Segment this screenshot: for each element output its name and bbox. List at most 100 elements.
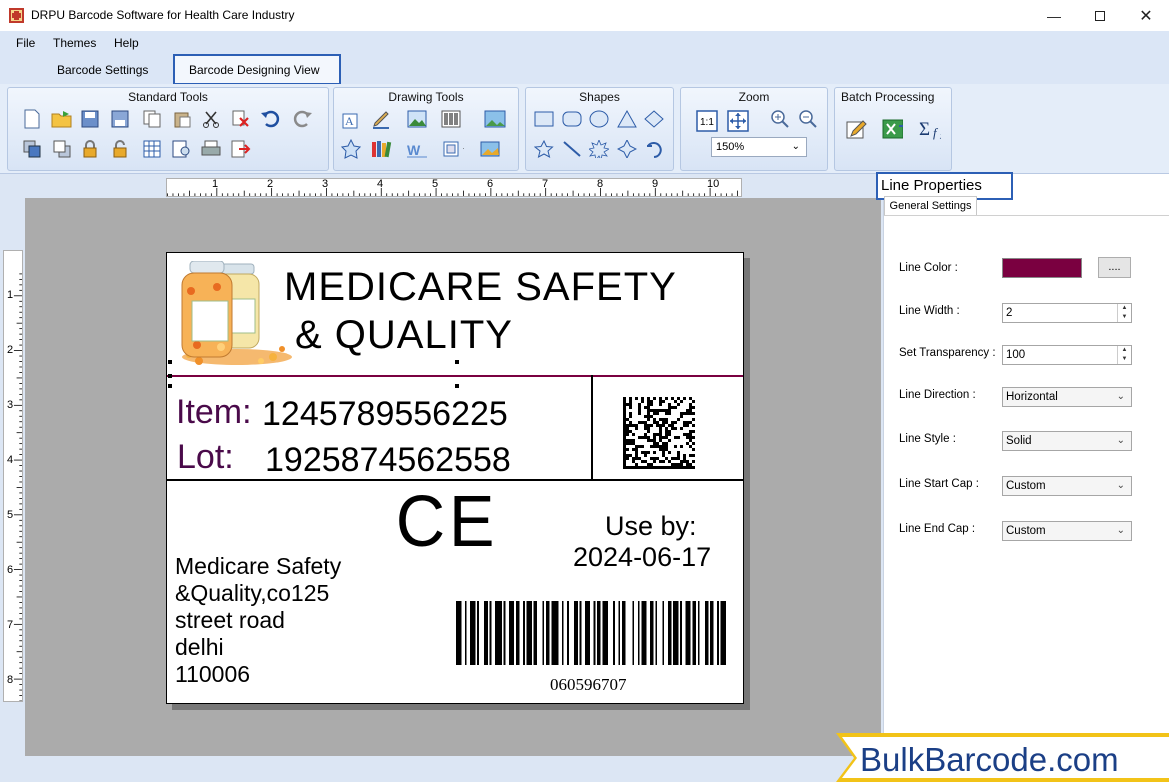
star-shape-icon[interactable] bbox=[533, 138, 555, 160]
excel-import-icon[interactable] bbox=[881, 118, 903, 140]
selection-handle[interactable] bbox=[455, 360, 459, 364]
watermark-tool-icon[interactable]: W bbox=[406, 138, 428, 160]
delete-icon[interactable] bbox=[230, 108, 252, 130]
maximize-button[interactable] bbox=[1077, 0, 1123, 31]
export-icon[interactable] bbox=[230, 138, 252, 160]
image-options-icon[interactable] bbox=[480, 138, 502, 160]
selected-line[interactable] bbox=[167, 375, 743, 377]
divider-line[interactable] bbox=[591, 375, 593, 480]
batch-edit-icon[interactable] bbox=[845, 118, 867, 140]
svg-text:W: W bbox=[407, 142, 421, 158]
spinner-icon[interactable]: ▲ ▼ bbox=[1117, 304, 1131, 322]
label-title-line2[interactable]: & QUALITY bbox=[295, 313, 513, 358]
align-tool-icon[interactable] bbox=[442, 138, 464, 160]
save-as-icon[interactable] bbox=[109, 108, 131, 130]
zoom-out-icon[interactable] bbox=[797, 108, 819, 130]
transparency-input[interactable]: 100 ▲ ▼ bbox=[1002, 345, 1132, 365]
paste-icon[interactable] bbox=[171, 108, 193, 130]
menu-themes[interactable]: Themes bbox=[53, 36, 96, 50]
line-end-cap-select[interactable]: Custom ⌄ bbox=[1002, 521, 1132, 541]
bulkbarcode-watermark: BulkBarcode.com bbox=[836, 733, 1169, 782]
line-width-input[interactable]: 2 ▲ ▼ bbox=[1002, 303, 1132, 323]
fit-to-window-icon[interactable] bbox=[727, 110, 749, 132]
line-start-cap-select[interactable]: Custom ⌄ bbox=[1002, 476, 1132, 496]
selection-handle[interactable] bbox=[168, 374, 172, 378]
barcode-number[interactable]: 060596707 bbox=[550, 675, 627, 695]
datamatrix-barcode[interactable] bbox=[623, 397, 695, 469]
linear-barcode[interactable] bbox=[456, 601, 726, 665]
color-picker-button[interactable]: .... bbox=[1098, 257, 1131, 278]
print-icon[interactable] bbox=[200, 138, 222, 160]
arc-shape-icon[interactable] bbox=[643, 138, 665, 160]
line-start-cap-label: Line Start Cap : bbox=[899, 478, 979, 490]
tab-barcode-settings[interactable]: Barcode Settings bbox=[43, 55, 162, 84]
save-icon[interactable] bbox=[79, 108, 101, 130]
group-label: Drawing Tools bbox=[388, 90, 464, 104]
four-point-star-icon[interactable] bbox=[616, 138, 638, 160]
star-tool-icon[interactable] bbox=[340, 138, 362, 160]
item-value[interactable]: 1245789556225 bbox=[262, 395, 508, 434]
tab-general-settings[interactable]: General Settings bbox=[884, 196, 977, 216]
medicine-bottles-image[interactable] bbox=[177, 261, 292, 369]
chevron-down-icon: ⌄ bbox=[791, 141, 800, 152]
line-style-value: Solid bbox=[1006, 435, 1032, 447]
image-library-icon[interactable] bbox=[484, 108, 506, 130]
print-preview-icon[interactable] bbox=[171, 138, 193, 160]
spinner-icon[interactable]: ▲ ▼ bbox=[1117, 346, 1131, 364]
tab-barcode-designing-view[interactable]: Barcode Designing View bbox=[173, 54, 341, 85]
line-width-label: Line Width : bbox=[899, 305, 960, 317]
bring-front-icon[interactable] bbox=[21, 138, 43, 160]
menu-file[interactable]: File bbox=[16, 36, 35, 50]
address-line: street road bbox=[175, 607, 285, 633]
line-color-swatch[interactable] bbox=[1002, 258, 1082, 278]
new-icon[interactable] bbox=[21, 108, 43, 130]
line-width-value: 2 bbox=[1006, 307, 1013, 319]
unlock-icon[interactable] bbox=[109, 138, 131, 160]
zoom-in-icon[interactable] bbox=[769, 108, 791, 130]
undo-icon[interactable] bbox=[260, 108, 282, 130]
group-label: Standard Tools bbox=[128, 90, 208, 104]
line-properties-panel: Line Properties General Settings Line Co… bbox=[876, 172, 1169, 782]
picture-tool-icon[interactable] bbox=[406, 108, 428, 130]
close-button[interactable]: ✕ bbox=[1123, 0, 1169, 31]
zoom-select[interactable]: 150% ⌄ bbox=[711, 137, 807, 157]
diamond-icon[interactable] bbox=[643, 108, 665, 130]
triangle-icon[interactable] bbox=[616, 108, 638, 130]
app-icon bbox=[9, 8, 24, 23]
barcode-tool-icon[interactable] bbox=[440, 108, 462, 130]
lot-label[interactable]: Lot: bbox=[177, 438, 234, 477]
barcode-label[interactable]: MEDICARE SAFETY & QUALITY Item: 12457895… bbox=[166, 252, 744, 704]
open-icon[interactable] bbox=[51, 108, 73, 130]
text-tool-icon[interactable]: A bbox=[340, 108, 362, 130]
copy-icon[interactable] bbox=[141, 108, 163, 130]
redo-icon[interactable] bbox=[291, 108, 313, 130]
address-block[interactable]: Medicare Safety &Quality,co125 street ro… bbox=[175, 553, 341, 688]
selection-handle[interactable] bbox=[168, 384, 172, 388]
use-by-label[interactable]: Use by: bbox=[605, 511, 697, 542]
books-icon[interactable] bbox=[370, 138, 392, 160]
selection-handle[interactable] bbox=[168, 360, 172, 364]
formula-icon[interactable]: Σfx bbox=[919, 118, 941, 140]
line-shape-icon[interactable] bbox=[561, 138, 583, 160]
actual-size-icon[interactable]: 1:1 bbox=[696, 110, 718, 132]
grid-icon[interactable] bbox=[141, 138, 163, 160]
ce-mark[interactable]: CE bbox=[396, 481, 499, 563]
lot-value[interactable]: 1925874562558 bbox=[265, 441, 511, 480]
cut-icon[interactable] bbox=[200, 108, 222, 130]
ellipse-icon[interactable] bbox=[588, 108, 610, 130]
selection-handle[interactable] bbox=[455, 384, 459, 388]
minimize-button[interactable]: — bbox=[1031, 0, 1077, 31]
rectangle-icon[interactable] bbox=[533, 108, 555, 130]
lock-icon[interactable] bbox=[79, 138, 101, 160]
send-back-icon[interactable] bbox=[51, 138, 73, 160]
pencil-tool-icon[interactable] bbox=[370, 108, 392, 130]
label-title-line1[interactable]: MEDICARE SAFETY bbox=[284, 265, 677, 310]
rounded-rectangle-icon[interactable] bbox=[561, 108, 583, 130]
line-style-select[interactable]: Solid ⌄ bbox=[1002, 431, 1132, 451]
menu-help[interactable]: Help bbox=[114, 36, 139, 50]
line-direction-select[interactable]: Horizontal ⌄ bbox=[1002, 387, 1132, 407]
use-by-date[interactable]: 2024-06-17 bbox=[573, 542, 711, 573]
transparency-label: Set Transparency : bbox=[899, 347, 996, 359]
item-label[interactable]: Item: bbox=[176, 393, 252, 432]
burst-shape-icon[interactable] bbox=[588, 138, 610, 160]
